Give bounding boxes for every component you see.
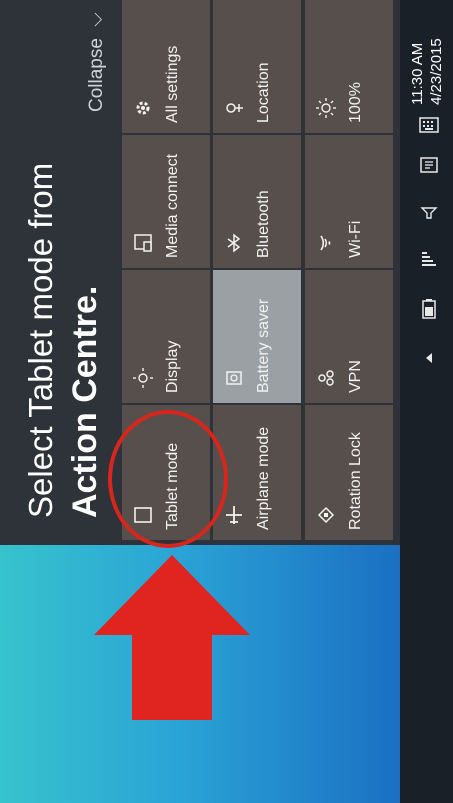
tile-label: Airplane mode	[255, 426, 272, 530]
action-centre-icon[interactable]	[418, 155, 440, 177]
bluetooth-icon	[227, 233, 241, 253]
battery-icon[interactable]	[418, 298, 440, 320]
tile-bluetooth[interactable]: Bluetooth	[213, 135, 301, 268]
tile-media-connect[interactable]: Media connect	[122, 135, 210, 268]
tile-location[interactable]: Location	[213, 0, 301, 133]
tile-all-settings[interactable]: All settings	[122, 0, 210, 133]
instruction-text-bold: Action Centre.	[66, 285, 104, 518]
tile-battery-saver[interactable]: Battery saver	[213, 270, 301, 403]
media-connect-icon	[134, 234, 152, 252]
tile-label: VPN	[347, 360, 364, 393]
wifi-icon	[320, 235, 331, 251]
collapse-label: Collapse	[86, 38, 107, 112]
collapse-button[interactable]: Collapse ⌵	[86, 12, 108, 112]
tile-label: 100%	[347, 82, 364, 123]
vpn-icon	[318, 370, 334, 386]
tile-label: Media connect	[164, 153, 181, 258]
tile-label: Display	[164, 340, 181, 393]
keyboard-icon[interactable]	[418, 114, 440, 136]
tile-rotation-lock[interactable]: Rotation Lock	[305, 405, 393, 540]
airplane-icon	[226, 506, 242, 524]
chevron-down-icon: ⌵	[86, 12, 107, 27]
tile-label: All settings	[164, 45, 181, 123]
tile-brightness[interactable]: 100%	[305, 0, 393, 133]
gear-icon	[136, 101, 150, 115]
display-icon	[133, 368, 153, 388]
tile-label: Wi-Fi	[347, 220, 364, 258]
tile-label: Rotation Lock	[347, 432, 364, 530]
rotation-lock-icon	[317, 506, 335, 524]
clock[interactable]: 11:30 AM 4/23/2015	[408, 10, 448, 105]
clock-time: 11:30 AM	[409, 42, 426, 105]
show-hidden-icons-icon[interactable]	[421, 350, 437, 366]
clock-date: 4/23/2015	[428, 38, 445, 105]
tile-wifi[interactable]: Wi-Fi	[305, 135, 393, 268]
tile-label: Location	[255, 62, 272, 124]
tile-label: Bluetooth	[255, 190, 272, 258]
tile-display[interactable]: Display	[122, 270, 210, 403]
network-signal-icon[interactable]	[418, 248, 440, 270]
instruction-text: Select Tablet mode from	[22, 162, 59, 518]
battery-saver-icon	[226, 371, 242, 385]
tile-vpn[interactable]: VPN	[305, 270, 393, 403]
highlight-circle	[108, 410, 228, 548]
brightness-icon	[316, 98, 336, 118]
arrow-annotation-icon	[94, 555, 250, 720]
volume-icon[interactable]	[418, 200, 440, 222]
location-icon	[226, 103, 243, 113]
tile-label: Battery saver	[255, 298, 272, 393]
